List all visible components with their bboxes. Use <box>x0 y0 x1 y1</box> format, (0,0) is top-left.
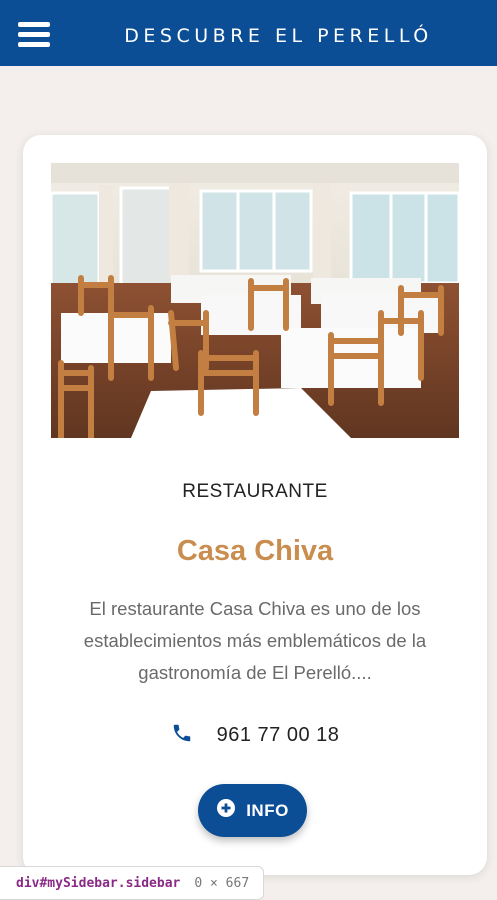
hamburger-menu-icon[interactable] <box>18 22 50 48</box>
info-button[interactable]: INFO <box>198 784 307 837</box>
phone-row[interactable]: 961 77 00 18 <box>23 721 487 749</box>
restaurant-card: RESTAURANTE Casa Chiva El restaurante Ca… <box>23 135 487 875</box>
phone-icon <box>171 722 193 749</box>
restaurant-photo <box>51 163 459 438</box>
info-button-label: INFO <box>246 800 289 820</box>
plus-circle-icon <box>216 798 236 823</box>
phone-number[interactable]: 961 77 00 18 <box>217 724 340 747</box>
devtools-element-tooltip: div#mySidebar.sidebar 0 × 667 <box>0 866 265 900</box>
restaurant-description: El restaurante Casa Chiva es uno de los … <box>83 598 427 683</box>
top-bar: DESCUBRE EL PERELLÓ <box>0 0 497 66</box>
devtools-selector: div#mySidebar.sidebar <box>16 875 181 891</box>
devtools-size: 0 × 667 <box>194 875 250 891</box>
restaurant-name[interactable]: Casa Chiva <box>23 535 487 568</box>
site-title: DESCUBRE EL PERELLÓ <box>124 25 433 47</box>
category-label: RESTAURANTE <box>182 481 328 502</box>
